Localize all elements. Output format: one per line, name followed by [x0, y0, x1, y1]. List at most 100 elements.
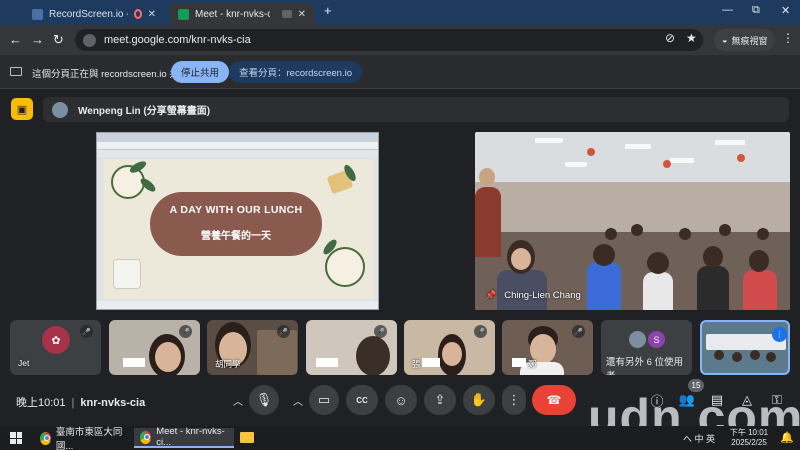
student-head [631, 224, 643, 236]
browser-menu-icon[interactable]: ⋮ [782, 31, 794, 45]
shared-screen-tile[interactable]: A DAY WITH OUR LUNCH 營養午餐的一天 [96, 132, 379, 310]
meet-favicon-icon [178, 8, 189, 20]
student-figure [697, 266, 729, 310]
student-head [766, 352, 776, 362]
slide-title-en: A DAY WITH OUR LUNCH [169, 204, 303, 216]
main-video-tile[interactable]: 📌 Ching-Lien Chang [475, 132, 790, 310]
meeting-code: knr-nvks-cia [80, 397, 146, 409]
tab-title: Meet - knr-nvks-cia [195, 8, 270, 20]
participant-tile[interactable]: 🎤 胡同學 [207, 320, 298, 375]
participant-tile[interactable]: 🎤 鄭 [502, 320, 593, 375]
file-explorer-icon[interactable] [240, 432, 254, 443]
bookmark-star-icon[interactable]: ★ [686, 31, 697, 45]
stop-sharing-button[interactable]: 停止共用 [171, 61, 230, 83]
tab-meet[interactable]: Meet - knr-nvks-cia ✕ [170, 3, 314, 25]
participant-tile[interactable]: 🎤 [306, 320, 397, 375]
incognito-icon: ◒ [722, 35, 728, 45]
lunch-slide: A DAY WITH OUR LUNCH 營養午餐的一天 [103, 159, 374, 299]
student-head [647, 252, 669, 274]
input-method-indicator[interactable]: へ 中 英 [683, 432, 715, 445]
more-options-button[interactable]: ⋮ [502, 385, 526, 415]
captions-button[interactable]: CC [346, 385, 378, 415]
presentation-icon[interactable]: ▣ [11, 98, 33, 120]
self-view-tile[interactable]: ⋮ [700, 320, 790, 375]
muted-mic-icon: 🎤 [277, 325, 290, 338]
name-redaction [123, 358, 145, 367]
muted-mic-icon: 🎤 [572, 325, 585, 338]
tab-close-icon[interactable]: ✕ [298, 9, 306, 20]
sharing-message: 這個分頁正在與 recordscreen.io 共用 [32, 69, 189, 80]
chrome-icon [40, 431, 51, 445]
maximize-button[interactable]: ⧉ [752, 4, 760, 17]
soup-bowl-image [325, 247, 365, 287]
participant-tile[interactable]: 🎤 張 [404, 320, 495, 375]
student-figure [643, 272, 673, 310]
ceiling-light [625, 144, 651, 149]
close-window-button[interactable]: ✕ [781, 4, 790, 17]
system-clock[interactable]: 下午 10:01 2025/2/25 [724, 428, 774, 448]
student-head [703, 246, 723, 268]
presenter-avatar [52, 101, 68, 118]
shared-browser-tools [97, 150, 378, 157]
back-button[interactable]: ← [9, 32, 22, 48]
name-redaction [316, 358, 338, 367]
view-tab-button[interactable]: 查看分頁：recordscreen.io [229, 61, 362, 83]
student-head [757, 228, 769, 240]
pin-icon[interactable]: 📌 [485, 290, 496, 301]
emoji-button[interactable]: ☺ [385, 385, 417, 415]
meeting-time: 晚上10:01 [16, 397, 66, 409]
student-face [511, 248, 531, 270]
participant-name: 張 [412, 359, 421, 369]
participant-tile-jet[interactable]: ✿ 🎤 Jet [10, 320, 101, 375]
present-button[interactable]: ⇪ [424, 385, 456, 415]
teacher-figure [475, 187, 501, 257]
audio-options-chevron-icon[interactable]: ︿ [227, 385, 249, 415]
participant-avatar: S [648, 331, 665, 348]
student-head [750, 350, 760, 360]
ceiling-light [535, 138, 563, 143]
incognito-badge[interactable]: ◒ 無痕視窗 [714, 29, 776, 51]
camera-blocked-icon[interactable]: ⊘ [665, 31, 675, 45]
windows-start-icon[interactable] [10, 432, 22, 444]
camera-icon: ▭ [317, 392, 331, 407]
address-bar[interactable]: meet.google.com/knr-nvks-cia [75, 29, 703, 51]
more-icon: ⋮ [507, 392, 521, 407]
student-head [593, 244, 615, 266]
cutlery-image [113, 259, 141, 289]
name-redaction [512, 358, 526, 367]
video-options-chevron-icon[interactable]: ︿ [287, 385, 309, 415]
reload-button[interactable]: ↻ [53, 32, 64, 48]
tab-title: RecordScreen.io - Record [49, 8, 128, 20]
shared-taskbar [97, 301, 378, 309]
site-info-icon[interactable] [83, 33, 96, 47]
notification-icon[interactable]: 🔔 [780, 431, 794, 444]
red-lantern [587, 148, 595, 156]
student-head [679, 228, 691, 240]
minimize-button[interactable]: — [722, 4, 733, 16]
muted-mic-icon: 🎤 [80, 325, 93, 338]
end-call-button[interactable]: ☎ [532, 385, 576, 415]
camera-button[interactable]: ▭ [309, 385, 339, 415]
raise-hand-button[interactable]: ✋ [463, 385, 495, 415]
taskbar-meet-window[interactable]: Meet - knr-nvks-ci... [134, 426, 234, 448]
microphone-button[interactable]: 🎙 [249, 385, 279, 415]
participant-tile[interactable]: 🎤 [109, 320, 200, 375]
room-background [257, 330, 297, 375]
ceiling-light [565, 162, 587, 167]
participant-shirt [520, 362, 564, 375]
name-redaction [422, 358, 440, 367]
red-lantern [663, 160, 671, 168]
new-tab-button[interactable]: + [324, 3, 332, 18]
taskbar-chrome-window[interactable]: 臺南市東區大同國... [34, 427, 132, 450]
windows-taskbar: 臺南市東區大同國... Meet - knr-nvks-ci... へ 中 英 … [0, 426, 800, 450]
avatar: ✿ [42, 326, 70, 354]
clock-time: 下午 10:01 [729, 428, 769, 437]
tab-recordscreen[interactable]: RecordScreen.io - Record ✕ [24, 3, 164, 25]
presenter-bar: Wenpeng Lin (分享螢幕畫面) [43, 97, 789, 122]
other-participants-tile[interactable]: S 還有另外 6 位使用者 [601, 320, 692, 375]
microphone-icon: 🎙 [255, 392, 273, 407]
teacher-head [479, 168, 495, 186]
forward-button[interactable]: → [31, 32, 44, 48]
hang-up-icon: ☎ [546, 393, 562, 407]
tab-close-icon[interactable]: ✕ [148, 9, 156, 20]
